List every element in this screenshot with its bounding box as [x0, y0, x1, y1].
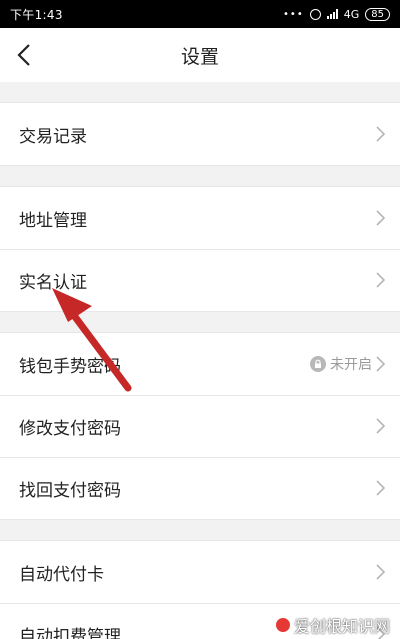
chevron-right-icon	[376, 272, 386, 288]
settings-item-label: 钱包手势密码	[19, 356, 121, 377]
battery-icon: 85	[365, 7, 390, 21]
settings-item-auto-pay-card[interactable]: 自动代付卡	[0, 541, 400, 603]
gesture-password-status: 未开启	[310, 354, 372, 374]
back-button[interactable]	[6, 37, 42, 73]
chevron-right-icon	[376, 480, 386, 496]
settings-group-account: 地址管理 实名认证	[0, 186, 400, 312]
status-text: 未开启	[330, 357, 372, 373]
page-title: 设置	[180, 45, 219, 68]
watermark-text: 爱创根知识网	[293, 617, 390, 636]
status-indicators: ••• 4G 85	[283, 7, 390, 21]
status-time: 下午1:43	[10, 7, 63, 22]
chevron-right-icon	[376, 356, 386, 372]
settings-item-label: 实名认证	[19, 272, 87, 293]
settings-item-label: 修改支付密码	[19, 418, 121, 439]
chevron-right-icon	[376, 210, 386, 226]
settings-item-change-payment-password[interactable]: 修改支付密码	[0, 395, 400, 457]
settings-item-recover-payment-password[interactable]: 找回支付密码	[0, 457, 400, 519]
settings-item-transaction-records[interactable]: 交易记录	[0, 103, 400, 165]
chevron-right-icon	[376, 564, 386, 580]
watermark-logo-icon	[273, 616, 292, 634]
lock-icon	[310, 356, 326, 372]
settings-item-real-name-verification[interactable]: 实名认证	[0, 249, 400, 311]
alarm-icon	[309, 8, 321, 20]
watermark: 爱创根知识网	[273, 613, 390, 637]
status-dots: •••	[283, 8, 304, 20]
settings-item-label: 交易记录	[19, 126, 87, 147]
signal-icon	[326, 9, 338, 19]
chevron-right-icon	[376, 418, 386, 434]
chevron-right-icon	[376, 126, 386, 142]
settings-group-security: 钱包手势密码 未开启 修改支付密码 找回支付密码	[0, 332, 400, 520]
settings-item-label: 地址管理	[19, 210, 87, 231]
nav-bar: 设置	[0, 28, 400, 82]
status-bar: 下午1:43 ••• 4G 85	[0, 0, 400, 28]
network-type: 4G	[343, 7, 360, 21]
settings-group-records: 交易记录	[0, 102, 400, 166]
settings-item-label: 自动代付卡	[19, 564, 104, 585]
chevron-left-icon	[17, 44, 30, 66]
settings-item-address-management[interactable]: 地址管理	[0, 187, 400, 249]
settings-item-wallet-gesture-password[interactable]: 钱包手势密码 未开启	[0, 333, 400, 395]
settings-item-label: 找回支付密码	[19, 480, 121, 501]
